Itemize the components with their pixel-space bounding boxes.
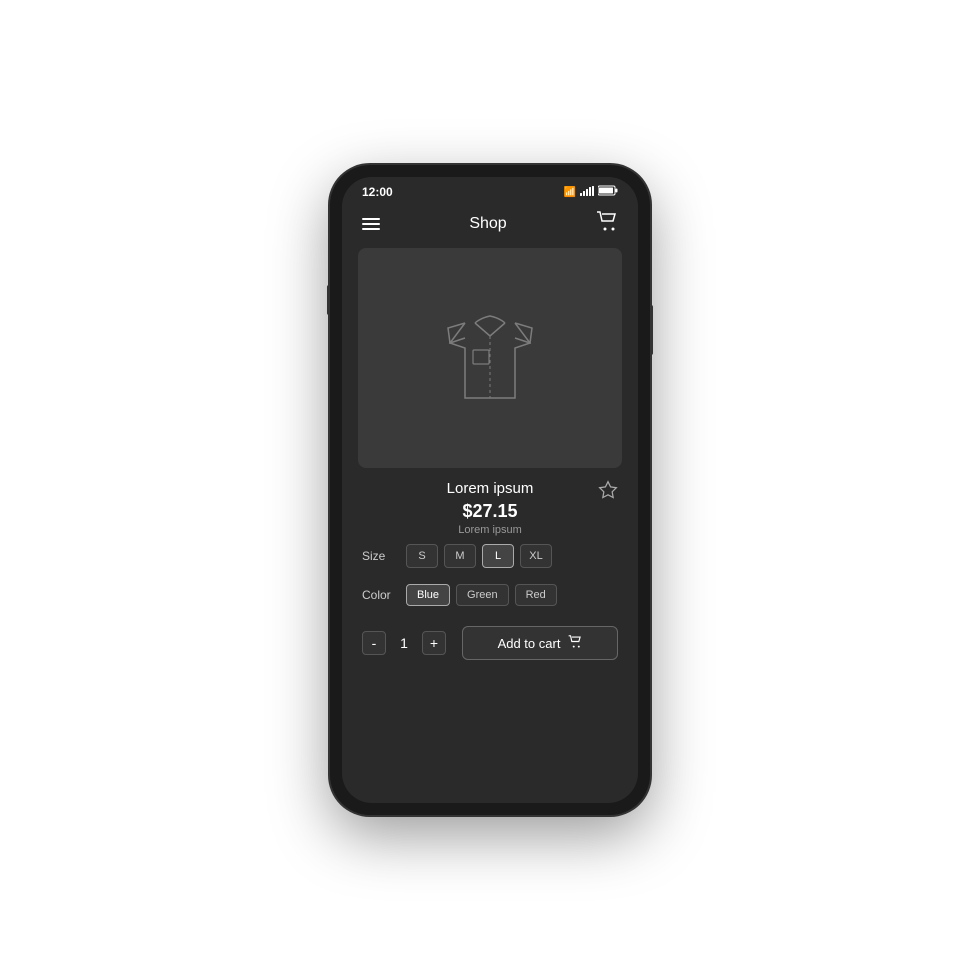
product-info: Lorem ipsum $27.15 Lorem ipsum (342, 480, 638, 536)
menu-line-1 (362, 218, 380, 220)
size-options: S M L XL (406, 544, 552, 568)
color-blue-button[interactable]: Blue (406, 584, 450, 606)
volume-button (327, 285, 330, 315)
status-icons: 📶 (564, 185, 618, 199)
menu-line-2 (362, 223, 380, 225)
menu-button[interactable] (362, 218, 380, 230)
size-s-button[interactable]: S (406, 544, 438, 568)
wifi-icon: 📶 (564, 187, 576, 198)
add-to-cart-button[interactable]: Add to cart (462, 626, 618, 660)
cart-icon[interactable] (596, 211, 618, 236)
size-label: Size (362, 549, 398, 563)
decrement-button[interactable]: - (362, 631, 386, 655)
phone-screen: 12:00 📶 (342, 177, 638, 803)
header-title: Shop (469, 215, 506, 233)
size-selector-row: Size S M L XL (342, 536, 638, 576)
add-to-cart-icon (568, 635, 582, 651)
quantity-value: 1 (396, 635, 412, 651)
bottom-bar: - 1 + Add to cart (342, 618, 638, 668)
increment-button[interactable]: + (422, 631, 446, 655)
size-xl-button[interactable]: XL (520, 544, 552, 568)
status-time: 12:00 (362, 185, 393, 199)
shirt-illustration (420, 288, 560, 428)
size-l-button[interactable]: L (482, 544, 514, 568)
color-green-button[interactable]: Green (456, 584, 509, 606)
product-name: Lorem ipsum (447, 480, 534, 497)
app-header: Shop (342, 203, 638, 248)
power-button (650, 305, 653, 355)
color-selector-row: Color Blue Green Red (342, 576, 638, 614)
product-image (358, 248, 622, 468)
battery-icon (598, 185, 618, 199)
signal-icon (580, 186, 594, 199)
menu-line-3 (362, 228, 380, 230)
product-price: $27.15 (462, 501, 517, 522)
color-red-button[interactable]: Red (515, 584, 557, 606)
color-label: Color (362, 588, 398, 602)
color-options: Blue Green Red (406, 584, 557, 606)
favorite-button[interactable] (598, 480, 618, 506)
size-m-button[interactable]: M (444, 544, 476, 568)
product-description: Lorem ipsum (458, 524, 522, 536)
phone-frame: 12:00 📶 (330, 165, 650, 815)
quantity-control: - 1 + (362, 631, 446, 655)
add-to-cart-label: Add to cart (498, 636, 561, 651)
status-bar: 12:00 📶 (342, 177, 638, 203)
